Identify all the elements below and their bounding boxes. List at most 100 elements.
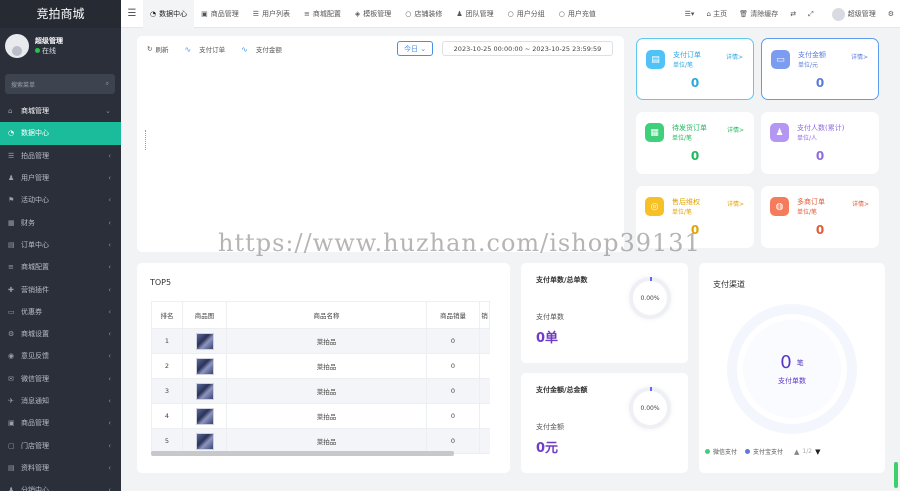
box-icon: ▣ — [201, 9, 208, 18]
sidebar-item-4[interactable]: ⚑ 活动中心 ‹ — [0, 189, 121, 211]
table-row[interactable]: 4 菜拍品 0 — [151, 403, 490, 429]
sidebar-item-label: 商城管理 — [21, 107, 49, 116]
sidebar-item-10[interactable]: ⚙ 商城设置 ‹ — [0, 323, 121, 345]
stat-unit: 单位/笔 — [673, 62, 694, 69]
table-row[interactable]: 2 菜拍品 0 — [151, 353, 490, 379]
stat-detail-link[interactable]: 详情> — [851, 52, 868, 61]
home-button[interactable]: ⌂ 主页 — [700, 9, 733, 19]
sidebar-item-14[interactable]: ▣ 商品管理 ‹ — [0, 412, 121, 434]
sidebar-item-7[interactable]: ≡ 商城配置 ‹ — [0, 256, 121, 278]
sidebar-item-label: 优惠券 — [21, 307, 42, 316]
legend-payment-orders[interactable]: ∿ 支付订单 — [184, 44, 233, 55]
legend-alipay[interactable]: 支付宝支付 — [745, 447, 783, 456]
translate-button[interactable]: ⇄ — [784, 10, 802, 18]
clear-cache-button[interactable]: 🗑 清除缓存 — [733, 9, 784, 19]
sidebar-item-label: 活动中心 — [21, 196, 49, 205]
rank-cell: 1 — [151, 328, 183, 354]
page-scrollbar[interactable] — [894, 462, 898, 488]
rank-cell: 2 — [151, 353, 183, 379]
store-icon: ▢ — [8, 441, 15, 450]
table-scrollbar[interactable] — [151, 451, 454, 456]
sidebar-item-2[interactable]: ☰ 拍品管理 ‹ — [0, 145, 121, 167]
sidebar-item-6[interactable]: ▤ 订单中心 ‹ — [0, 234, 121, 256]
sidebar-item-13[interactable]: ✈ 消息通知 ‹ — [0, 390, 121, 412]
tab-1[interactable]: ▣ 商品管理 — [194, 0, 246, 28]
legend-wechat[interactable]: 微信支付 — [705, 447, 737, 456]
stat-detail-link[interactable]: 详情> — [726, 52, 743, 61]
stat-card-3[interactable]: ♟ 支付人数(累计) 单位/人 0 — [761, 112, 879, 174]
aftersale-icon: ◎ — [645, 197, 664, 216]
template-icon: ◈ — [354, 9, 361, 18]
fullscreen-button[interactable]: ⤢ — [802, 10, 820, 19]
box-icon: ▣ — [8, 419, 15, 428]
sidebar-menu: ⌂ 商城管理 ⌄ ◔ 数据中心 ☰ 拍品管理 ‹ ♟ 用户管理 ‹ ⚑ 活动中心 ‹ ▦ 财务 ‹ ▤ 订单中心 ‹ ≡… — [0, 100, 121, 491]
table-row[interactable]: 1 菜拍品 0 — [151, 328, 490, 354]
sidebar-item-9[interactable]: ▭ 优惠券 ‹ — [0, 301, 121, 323]
chevron-down-icon: ⌄ — [420, 44, 427, 53]
chevron-left-icon: ‹ — [108, 285, 111, 294]
tab-8[interactable]: ○ 用户充值 — [552, 0, 603, 28]
channel-ring: 0笔 支付单数 — [727, 304, 857, 434]
stat-title: 待发货订单 — [672, 124, 707, 132]
stat-detail-link[interactable]: 详情> — [727, 199, 744, 208]
fullscreen-icon: ⤢ — [808, 9, 814, 18]
stat-detail-link[interactable]: 详情> — [852, 199, 869, 208]
admin-menu[interactable]: 超级管理 — [826, 7, 882, 21]
wallet-icon: ▭ — [771, 50, 790, 69]
date-range-picker[interactable]: 2023-10-25 00:00:00 ~ 2023-10-25 23:59:5… — [442, 41, 613, 56]
tab-0[interactable]: ◔ 数据中心 — [143, 0, 195, 28]
sidebar-item-15[interactable]: ▢ 门店管理 ‹ — [0, 434, 121, 456]
menu-toggle-icon[interactable]: ☰ — [121, 8, 143, 19]
menu-search-input[interactable]: 搜索菜单 ⌕ — [5, 74, 115, 94]
refresh-icon: ↻ — [147, 45, 153, 53]
stat-card-2[interactable]: ▦ 待发货订单 单位/笔 详情> 0 — [636, 112, 754, 174]
stat-detail-link[interactable]: 详情> — [727, 125, 744, 134]
rank-cell: 3 — [151, 378, 183, 404]
ticket-icon: ▭ — [8, 307, 15, 316]
circle-icon: ○ — [405, 9, 412, 18]
amount-ratio-card: 支付金额/总金额 0.00% 支付金额 0元 — [521, 373, 688, 473]
table-row[interactable]: 3 菜拍品 0 — [151, 378, 490, 404]
chevron-left-icon: ‹ — [108, 151, 111, 160]
shipping-icon: ▦ — [645, 123, 664, 142]
sidebar-item-11[interactable]: ◉ 意见反馈 ‹ — [0, 345, 121, 367]
legend-payment-amount[interactable]: ∿ 支付金额 — [241, 44, 290, 55]
next-page-icon[interactable]: ▼ — [815, 448, 820, 456]
extra-cell — [479, 403, 490, 429]
sidebar-item-0[interactable]: ⌂ 商城管理 ⌄ — [0, 100, 121, 122]
extra-cell — [479, 378, 490, 404]
rank-cell: 4 — [151, 403, 183, 429]
tab-3[interactable]: ≡ 商城配置 — [297, 0, 348, 28]
sidebar-item-16[interactable]: ▤ 资料管理 ‹ — [0, 457, 121, 479]
home-icon: ⌂ — [706, 10, 714, 18]
table-row[interactable]: 5 菜拍品 0 — [151, 428, 490, 454]
stat-card-0[interactable]: ▤ 支付订单 单位/笔 详情> 0 — [636, 38, 754, 100]
amount-ratio-label: 支付金额 — [536, 423, 564, 431]
chevron-left-icon: ‹ — [108, 218, 111, 227]
sidebar-item-8[interactable]: ✚ 营销插件 ‹ — [0, 278, 121, 300]
sidebar-item-17[interactable]: ♟ 分销中心 ‹ — [0, 479, 121, 491]
stat-card-1[interactable]: ▭ 支付金额 单位/元 详情> 0 — [761, 38, 879, 100]
settings-button[interactable]: ⚙ — [882, 10, 900, 18]
order-ratio-card: 支付单数/总单数 0.00% 支付单数 0单 — [521, 263, 688, 363]
tab-5[interactable]: ○ 店铺装修 — [398, 0, 449, 28]
tab-6[interactable]: ♟ 团队管理 — [449, 0, 500, 28]
prev-page-icon[interactable]: ▲ — [794, 448, 799, 456]
sidebar-item-5[interactable]: ▦ 财务 ‹ — [0, 211, 121, 233]
tab-4[interactable]: ◈ 模板管理 — [348, 0, 398, 28]
sidebar-item-12[interactable]: ✉ 微信管理 ‹ — [0, 368, 121, 390]
stat-card-5[interactable]: ◍ 多商订单 单位/笔 详情> 0 — [761, 186, 879, 248]
tab-2[interactable]: ☰ 用户列表 — [246, 0, 297, 28]
wechat-icon: ✉ — [8, 374, 14, 383]
search-icon: ⌕ — [105, 80, 109, 87]
stat-unit: 单位/人 — [797, 135, 818, 142]
tab-dropdown-button[interactable]: ☰ ▾ — [679, 10, 701, 18]
sidebar-item-3[interactable]: ♟ 用户管理 ‹ — [0, 167, 121, 189]
amount-ratio-title: 支付金额/总金额 — [536, 386, 588, 394]
chevron-left-icon: ‹ — [108, 352, 111, 361]
topbar: ☰ ◔ 数据中心 ▣ 商品管理 ☰ 用户列表 ≡ 商城配置 ◈ 模板管理 ○ 店铺装修 ♟ 团队管理 ○ 用户… — [121, 0, 900, 28]
tab-7[interactable]: ○ 用户分组 — [501, 0, 552, 28]
sidebar-item-1[interactable]: ◔ 数据中心 — [0, 122, 121, 145]
refresh-button[interactable]: ↻ 刷新 — [147, 44, 176, 54]
today-select[interactable]: 今日 ⌄ — [397, 41, 434, 56]
